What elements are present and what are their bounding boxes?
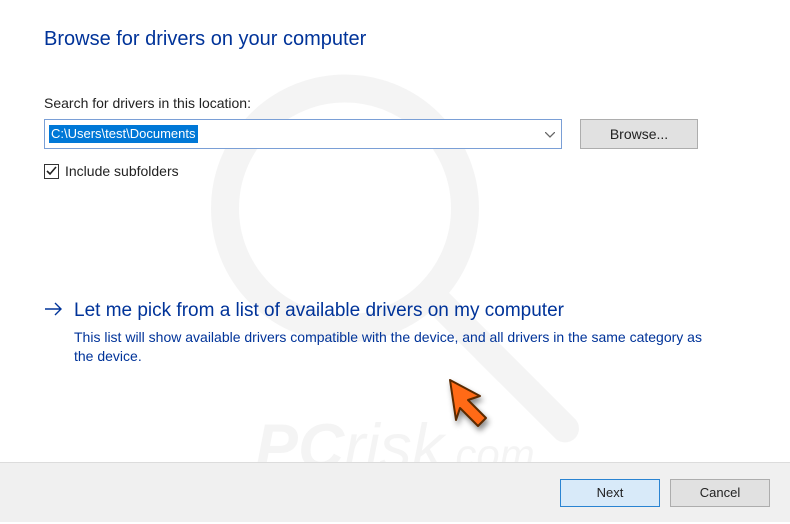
search-location-label: Search for drivers in this location: [44, 95, 746, 111]
dialog-footer: Next Cancel [0, 462, 790, 522]
pick-from-list-description: This list will show available drivers co… [74, 328, 714, 366]
next-button[interactable]: Next [560, 479, 660, 507]
browse-button[interactable]: Browse... [580, 119, 698, 149]
driver-path-value: C:\Users\test\Documents [49, 125, 198, 143]
pick-from-list-option[interactable]: Let me pick from a list of available dri… [44, 299, 746, 365]
include-subfolders-label: Include subfolders [65, 163, 179, 179]
page-title: Browse for drivers on your computer [44, 28, 746, 51]
cancel-button[interactable]: Cancel [670, 479, 770, 507]
chevron-down-icon [545, 125, 555, 143]
arrow-right-icon [44, 299, 62, 365]
include-subfolders-checkbox[interactable] [44, 164, 59, 179]
annotation-pointer-icon [438, 370, 508, 445]
driver-path-combobox[interactable]: C:\Users\test\Documents [44, 119, 562, 149]
pick-from-list-title: Let me pick from a list of available dri… [74, 299, 714, 324]
